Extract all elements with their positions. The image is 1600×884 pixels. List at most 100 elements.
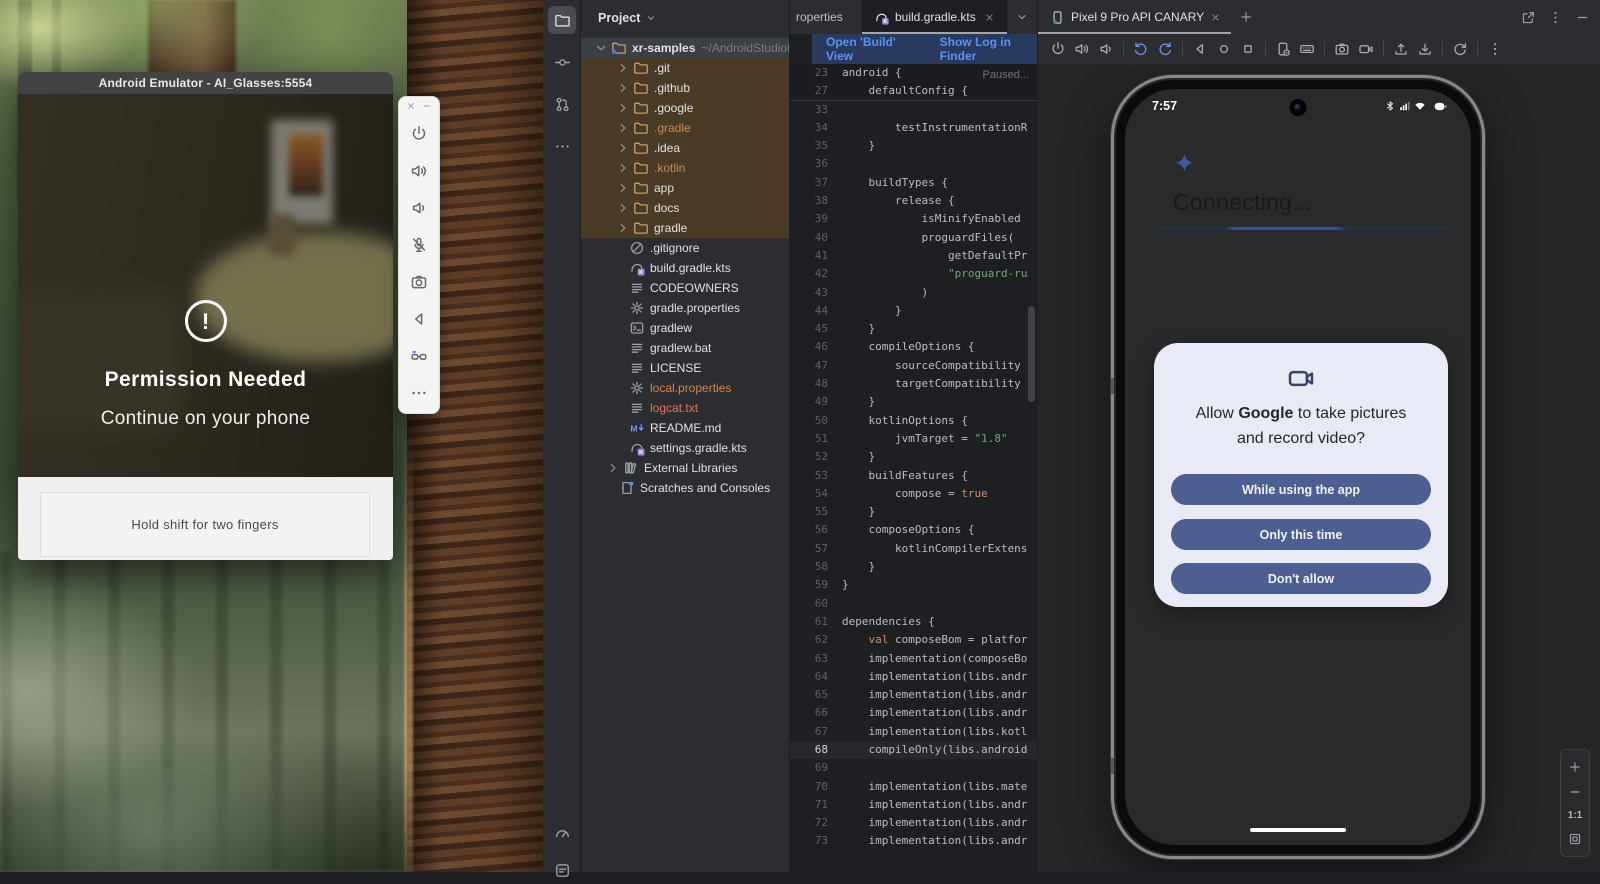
tree-item--git[interactable]: .git	[581, 58, 789, 78]
volume-down-button[interactable]	[1094, 37, 1118, 61]
minimize-icon[interactable]	[422, 101, 432, 111]
permission-button-only-this-time[interactable]: Only this time	[1171, 519, 1431, 550]
tab-pixel-9-pro[interactable]: Pixel 9 Pro API CANARY	[1038, 0, 1231, 34]
code-line-57[interactable]: 57 kotlinCompilerExtens	[790, 540, 1037, 558]
emulator-screen[interactable]: ! Permission Needed Continue on your pho…	[18, 94, 393, 477]
code-line-34[interactable]: 34 testInstrumentationR	[790, 119, 1037, 137]
chevron-right-icon[interactable]	[615, 100, 631, 116]
code-line-45[interactable]: 45 }	[790, 320, 1037, 338]
more-vert-button[interactable]	[1483, 37, 1507, 61]
tree-item--github[interactable]: .github	[581, 78, 789, 98]
code-line-64[interactable]: 64 implementation(libs.andr	[790, 668, 1037, 686]
tree-item-build-gradle-kts[interactable]: Kbuild.gradle.kts	[581, 258, 789, 278]
permission-button-while-using-the-app[interactable]: While using the app	[1171, 474, 1431, 505]
chevron-right-icon[interactable]	[615, 180, 631, 196]
code-line-72[interactable]: 72 implementation(libs.andr	[790, 814, 1037, 832]
code-line-40[interactable]: 40 proguardFiles(	[790, 229, 1037, 247]
more-horizontal-button[interactable]	[548, 132, 576, 160]
more-horizontal-button[interactable]	[401, 374, 438, 411]
code-line-73[interactable]: 73 implementation(libs.andr	[790, 832, 1037, 850]
open-build-view-link[interactable]: Open 'Build' View	[826, 35, 914, 63]
tree-item--kotlin[interactable]: .kotlin	[581, 158, 789, 178]
hardware-input-button[interactable]	[1295, 37, 1319, 61]
code-line-61[interactable]: 61dependencies {	[790, 613, 1037, 631]
home-button[interactable]	[1212, 37, 1236, 61]
camera-button[interactable]	[401, 263, 438, 300]
glasses-button[interactable]	[401, 337, 438, 374]
tree-item--google[interactable]: .google	[581, 98, 789, 118]
commit-button[interactable]	[548, 48, 576, 76]
mic-off-button[interactable]	[401, 226, 438, 263]
rotate-left-button[interactable]	[1129, 37, 1153, 61]
close-device-tab-icon[interactable]	[1210, 12, 1221, 23]
code-line-70[interactable]: 70 implementation(libs.mate	[790, 778, 1037, 796]
code-line-37[interactable]: 37 buildTypes {	[790, 174, 1037, 192]
open-in-new-window-icon[interactable]	[1521, 10, 1536, 25]
back-button[interactable]	[1188, 37, 1212, 61]
rotate-right-button[interactable]	[1153, 37, 1177, 61]
upload-button[interactable]	[1389, 37, 1413, 61]
code-line-53[interactable]: 53 buildFeatures {	[790, 467, 1037, 485]
record-video-button[interactable]	[1354, 37, 1378, 61]
tree-item-local-properties[interactable]: local.properties	[581, 378, 789, 398]
tree-item-docs[interactable]: docs	[581, 198, 789, 218]
tree-item--gitignore[interactable]: .gitignore	[581, 238, 789, 258]
tab-list-chevron-icon[interactable]	[1015, 10, 1029, 24]
code-line-52[interactable]: 52 }	[790, 448, 1037, 466]
tree-item-codeowners[interactable]: CODEOWNERS	[581, 278, 789, 298]
tree-item--gradle[interactable]: .gradle	[581, 118, 789, 138]
code-line-68[interactable]: 68 compileOnly(libs.android	[790, 741, 1037, 759]
camera-button[interactable]	[1330, 37, 1354, 61]
code-line-51[interactable]: 51 jvmTarget = "1.8"	[790, 430, 1037, 448]
tree-item-xr-samples[interactable]: xr-samples~/AndroidStudioProj	[581, 38, 789, 58]
volume-up-button[interactable]	[401, 152, 438, 189]
project-panel-header[interactable]: Project	[581, 0, 789, 36]
hide-panel-icon[interactable]	[1575, 10, 1590, 25]
tab-build-gradle-kts[interactable]: K build.gradle.kts	[862, 0, 1008, 34]
tree-item-license[interactable]: LICENSE	[581, 358, 789, 378]
tree-item-app[interactable]: app	[581, 178, 789, 198]
code-line-67[interactable]: 67 implementation(libs.kotl	[790, 723, 1037, 741]
code-line-39[interactable]: 39 isMinifyEnabled	[790, 210, 1037, 228]
code-line-38[interactable]: 38 release {	[790, 192, 1037, 210]
chevron-right-icon[interactable]	[615, 120, 631, 136]
code-line-66[interactable]: 66 implementation(libs.andr	[790, 704, 1037, 722]
zoom-out-button[interactable]	[1568, 785, 1582, 799]
power-button[interactable]	[1046, 37, 1070, 61]
code-line-65[interactable]: 65 implementation(libs.andr	[790, 686, 1037, 704]
volume-up-button[interactable]	[1070, 37, 1094, 61]
chevron-down-icon[interactable]	[593, 40, 609, 56]
volume-down-button[interactable]	[401, 189, 438, 226]
tree-item-gradlew[interactable]: gradlew	[581, 318, 789, 338]
project-folder-button[interactable]	[548, 6, 576, 34]
code-line-50[interactable]: 50 kotlinOptions {	[790, 412, 1037, 430]
code-line-69[interactable]: 69	[790, 759, 1037, 777]
chevron-right-icon[interactable]	[605, 460, 621, 476]
overview-button[interactable]	[1236, 37, 1260, 61]
tree-item--idea[interactable]: .idea	[581, 138, 789, 158]
code-line-33[interactable]: 33	[790, 101, 1037, 119]
code-line-48[interactable]: 48 targetCompatibility	[790, 375, 1037, 393]
code-line-44[interactable]: 44 }	[790, 302, 1037, 320]
pull-request-button[interactable]	[548, 90, 576, 118]
chevron-right-icon[interactable]	[615, 80, 631, 96]
code-line-35[interactable]: 35 }	[790, 137, 1037, 155]
close-tab-icon[interactable]	[984, 12, 995, 23]
code-line-59[interactable]: 59}	[790, 576, 1037, 594]
code-line-58[interactable]: 58 }	[790, 558, 1037, 576]
code-line-54[interactable]: 54 compose = true	[790, 485, 1037, 503]
panel-options-icon[interactable]	[1548, 10, 1563, 25]
download-button[interactable]	[1413, 37, 1437, 61]
chevron-right-icon[interactable]	[615, 60, 631, 76]
show-log-in-finder-link[interactable]: Show Log in Finder	[940, 35, 1037, 63]
code-line-71[interactable]: 71 implementation(libs.andr	[790, 796, 1037, 814]
phone-screen[interactable]: 7:57 Connecting... Allow Google to take …	[1125, 89, 1471, 845]
code-line-56[interactable]: 56 composeOptions {	[790, 521, 1037, 539]
code-line-42[interactable]: 42 "proguard-ru	[790, 265, 1037, 283]
close-x-icon[interactable]	[406, 101, 416, 111]
chevron-right-icon[interactable]	[615, 160, 631, 176]
tree-item-scratches-and-consoles[interactable]: Scratches and Consoles	[581, 478, 789, 498]
tree-item-gradlew-bat[interactable]: gradlew.bat	[581, 338, 789, 358]
add-device-tab-button[interactable]	[1235, 6, 1257, 28]
logcat-button[interactable]	[548, 856, 576, 884]
